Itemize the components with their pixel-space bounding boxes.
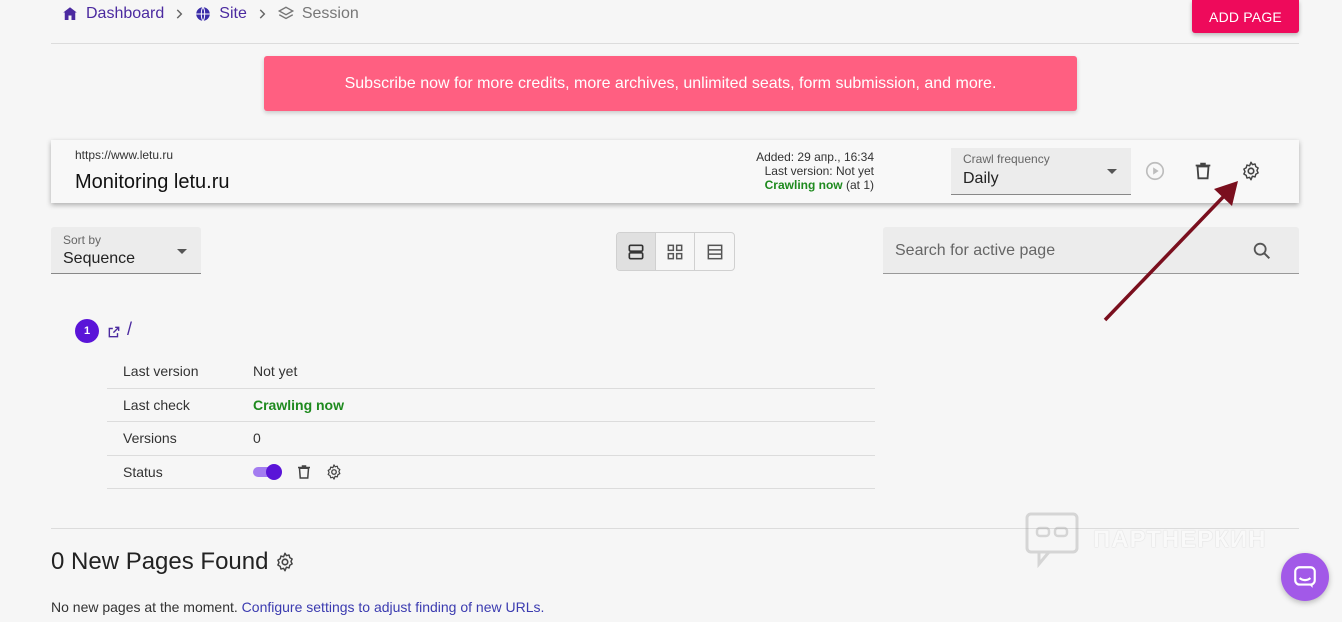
delete-icon[interactable]: [1192, 160, 1214, 182]
watermark: ПАРТНЕРКИН: [1025, 512, 1267, 568]
toggle-knob: [266, 463, 282, 480]
table-row: Versions 0: [107, 422, 875, 456]
gear-icon[interactable]: [325, 463, 343, 481]
search-input[interactable]: [895, 239, 1235, 263]
table-view-icon: [707, 244, 722, 259]
play-icon[interactable]: [1144, 160, 1166, 182]
table-row: Status: [107, 456, 875, 489]
session-url: https://www.letu.ru: [75, 148, 174, 162]
crawling-position: (at 1): [845, 178, 874, 192]
page-number-badge: 1: [75, 319, 99, 343]
table-row: Last version Not yet: [107, 355, 875, 389]
configure-settings-link[interactable]: Configure settings to adjust finding of …: [242, 599, 545, 615]
list-view-button[interactable]: [617, 233, 656, 270]
crawling-status: Crawling now (at 1): [756, 178, 874, 192]
chevron-right-icon: [247, 7, 277, 21]
row-value: Crawling now: [253, 396, 344, 413]
session-title: Monitoring letu.ru: [75, 171, 230, 193]
grid-view-icon: [667, 244, 683, 259]
external-link-icon[interactable]: [107, 325, 121, 339]
row-value: Not yet: [253, 363, 298, 380]
breadcrumb-dashboard-label: Dashboard: [86, 5, 165, 22]
sort-by-label: Sort by: [63, 233, 102, 247]
session-card: https://www.letu.ru Monitoring letu.ru A…: [51, 140, 1299, 203]
note-text: No new pages at the moment.: [51, 599, 238, 615]
search-icon[interactable]: [1251, 240, 1273, 262]
breadcrumb-session-label: Session: [301, 5, 359, 22]
home-icon: [63, 7, 77, 20]
row-key: Status: [123, 463, 163, 480]
page-details-table: Last version Not yet Last check Crawling…: [107, 355, 875, 489]
last-version-text: Last version: Not yet: [764, 164, 874, 178]
new-pages-title: 0 New Pages Found: [51, 548, 269, 575]
crawling-now-label: Crawling now: [764, 178, 843, 192]
added-date: Added: 29 апр., 16:34: [756, 150, 874, 164]
breadcrumb: Dashboard Site Session: [61, 5, 359, 23]
delete-icon[interactable]: [295, 463, 313, 481]
chat-icon: [1294, 566, 1316, 588]
breadcrumb-dashboard[interactable]: Dashboard: [61, 5, 164, 23]
add-page-button[interactable]: ADD PAGE: [1192, 0, 1299, 33]
dropdown-arrow-icon: [177, 249, 187, 254]
chat-button[interactable]: [1281, 553, 1329, 601]
gear-icon[interactable]: [274, 551, 296, 573]
sort-by-select[interactable]: Sort by Sequence: [51, 227, 201, 274]
status-controls: [253, 463, 343, 481]
row-value: 0: [253, 430, 261, 447]
chevron-right-icon: [164, 7, 194, 21]
page-path-link[interactable]: /: [127, 319, 132, 340]
search-field[interactable]: [883, 227, 1299, 274]
subscribe-banner[interactable]: Subscribe now for more credits, more arc…: [264, 56, 1077, 111]
row-key: Versions: [123, 430, 177, 447]
status-toggle[interactable]: [253, 463, 283, 481]
sort-by-value: Sequence: [63, 250, 136, 267]
row-key: Last version: [123, 363, 199, 380]
crawl-frequency-select[interactable]: Crawl frequency Daily: [951, 148, 1131, 195]
breadcrumb-site[interactable]: Site: [194, 5, 247, 23]
view-toggle: [616, 232, 735, 271]
crawl-frequency-label: Crawl frequency: [963, 152, 1050, 166]
layers-icon: [277, 6, 294, 20]
table-row: Last check Crawling now: [107, 389, 875, 422]
new-pages-heading: 0 New Pages Found: [51, 548, 296, 576]
session-meta: Added: 29 апр., 16:34 Last version: Not …: [756, 150, 874, 192]
top-bar: Dashboard Site Session ADD PAGE: [51, 0, 1299, 44]
globe-icon: [196, 6, 211, 22]
row-key: Last check: [123, 396, 190, 413]
table-view-button[interactable]: [695, 233, 734, 270]
watermark-text: ПАРТНЕРКИН: [1093, 526, 1267, 553]
crawl-frequency-value: Daily: [963, 170, 999, 187]
gear-icon[interactable]: [1240, 160, 1262, 182]
dropdown-arrow-icon: [1107, 169, 1117, 174]
breadcrumb-session: Session: [277, 5, 359, 23]
rows-view-icon: [628, 244, 644, 259]
breadcrumb-site-label: Site: [219, 5, 247, 22]
new-pages-note: No new pages at the moment. Configure se…: [51, 599, 544, 615]
grid-view-button[interactable]: [656, 233, 695, 270]
watermark-logo-icon: [1025, 512, 1079, 568]
